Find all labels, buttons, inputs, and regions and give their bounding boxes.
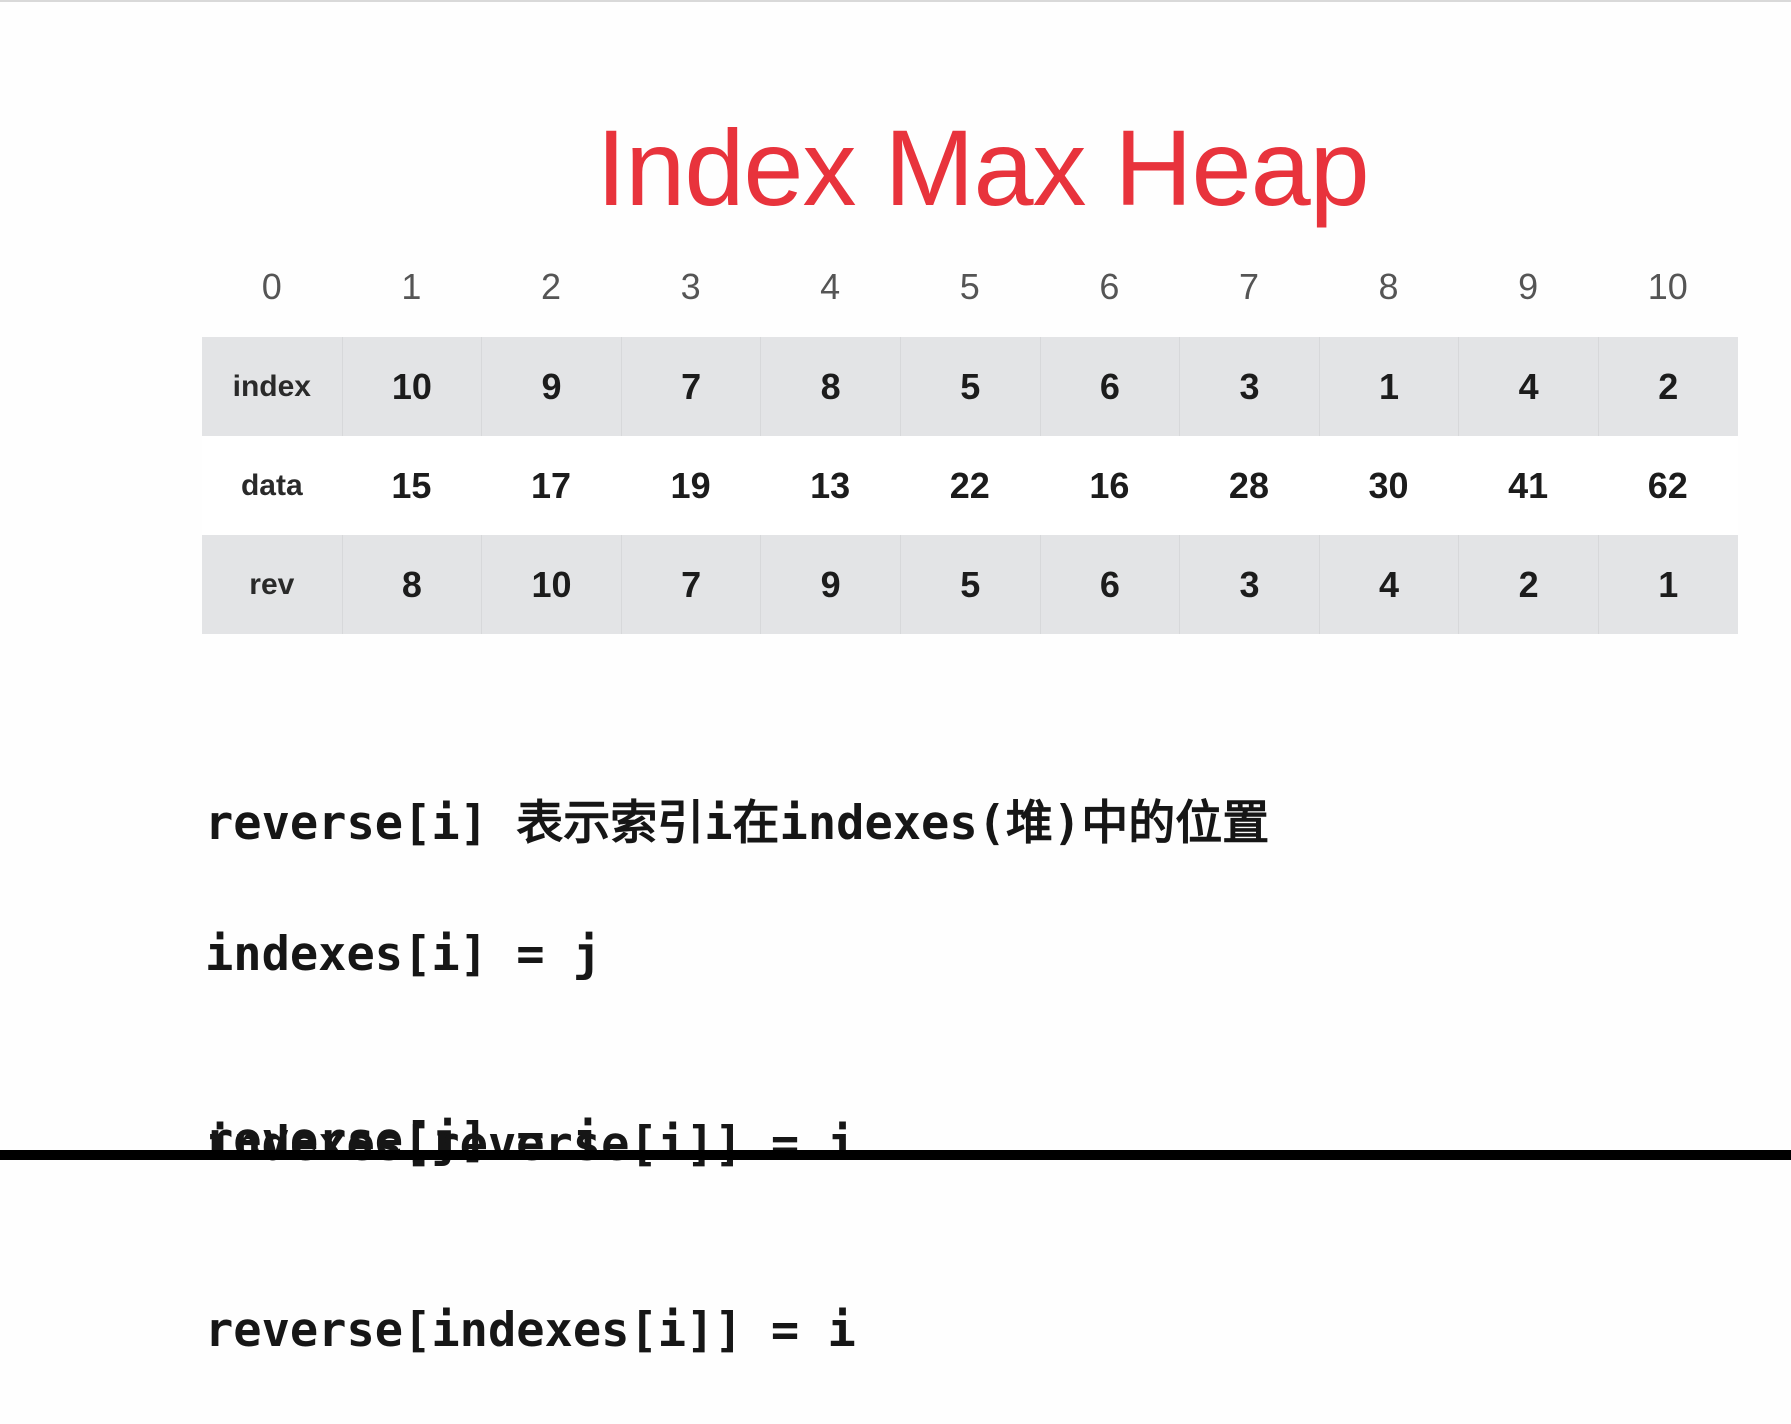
table-cell: 13 bbox=[810, 465, 851, 506]
table-cell: 7 bbox=[620, 535, 761, 634]
code-line: indexes[reverse[i]] = i bbox=[205, 1117, 856, 1172]
position-label: 8 bbox=[1378, 266, 1399, 307]
table-cell: 3 bbox=[1179, 337, 1319, 436]
table-cell: 6 bbox=[1039, 337, 1180, 436]
table-cell: 8 bbox=[341, 535, 482, 634]
table-cell: 22 bbox=[949, 465, 990, 506]
table-cell: 3 bbox=[1179, 535, 1319, 634]
table-cell: 15 bbox=[391, 465, 432, 506]
position-label: 1 bbox=[401, 266, 422, 307]
position-label: 4 bbox=[820, 266, 841, 307]
table-cell: 28 bbox=[1228, 465, 1269, 506]
table-cell: 9 bbox=[760, 535, 900, 634]
code-line: reverse[indexes[i]] = i bbox=[205, 1303, 856, 1358]
table-cell: 62 bbox=[1647, 465, 1688, 506]
table-cell: 6 bbox=[1039, 535, 1180, 634]
table-cell: 9 bbox=[481, 337, 621, 436]
position-label: 7 bbox=[1238, 266, 1259, 307]
top-edge bbox=[0, 0, 1791, 2]
table-cell: 17 bbox=[530, 465, 571, 506]
table-cell: 4 bbox=[1458, 337, 1598, 436]
table-cell: 41 bbox=[1508, 465, 1549, 506]
position-label: 0 bbox=[261, 266, 282, 307]
position-label: 5 bbox=[959, 266, 980, 307]
table-cell: 2 bbox=[1458, 535, 1598, 634]
table-cell: 2 bbox=[1597, 337, 1738, 436]
code-line: indexes[i] = j bbox=[205, 927, 602, 982]
table-cell: 4 bbox=[1318, 535, 1459, 634]
position-label: 10 bbox=[1647, 266, 1688, 307]
table-row-index: index 10 9 7 8 5 6 3 1 4 2 bbox=[202, 337, 1738, 436]
table-cell: 1 bbox=[1318, 337, 1459, 436]
row-header: rev bbox=[249, 568, 295, 601]
slide-title: Index Max Heap bbox=[596, 107, 1369, 228]
table-cell: 5 bbox=[899, 535, 1040, 634]
table-cell: 10 bbox=[341, 337, 482, 436]
position-label: 3 bbox=[680, 266, 701, 307]
identity-block: indexes[reverse[i]] = i reverse[indexes[… bbox=[205, 990, 856, 1424]
position-header-row: 0 1 2 3 4 5 6 7 8 9 10 bbox=[202, 262, 1738, 312]
row-header: data bbox=[240, 469, 303, 502]
table-row-data: data 15 17 19 13 22 16 28 30 41 62 bbox=[202, 436, 1738, 535]
table-cell: 19 bbox=[670, 465, 711, 506]
table-cell: 30 bbox=[1368, 465, 1409, 506]
table-cell: 7 bbox=[620, 337, 761, 436]
position-label: 9 bbox=[1518, 266, 1539, 307]
table-cell: 8 bbox=[760, 337, 900, 436]
position-label: 2 bbox=[540, 266, 561, 307]
table-cell: 16 bbox=[1089, 465, 1130, 506]
table-cell: 1 bbox=[1597, 535, 1738, 634]
table-cell: 5 bbox=[899, 337, 1040, 436]
table-cell: 10 bbox=[481, 535, 621, 634]
row-header: index bbox=[232, 370, 311, 403]
position-label: 6 bbox=[1099, 266, 1120, 307]
table-row-rev: rev 8 10 7 9 5 6 3 4 2 1 bbox=[202, 535, 1738, 634]
heap-table: index 10 9 7 8 5 6 3 1 4 2 data 15 17 19… bbox=[202, 337, 1738, 634]
bottom-bar bbox=[0, 1150, 1791, 1160]
